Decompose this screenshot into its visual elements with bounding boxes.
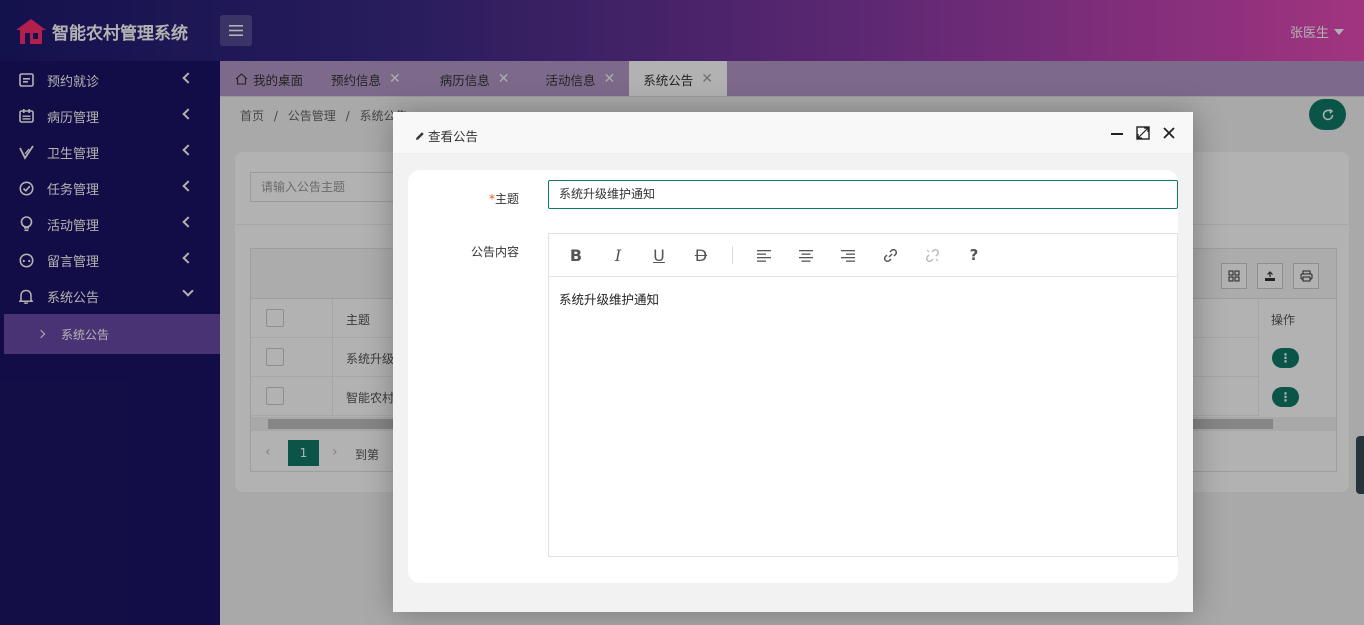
insert-link-button[interactable] xyxy=(879,244,901,266)
align-right-button[interactable] xyxy=(837,244,859,266)
close-icon xyxy=(1163,127,1175,139)
subject-input[interactable]: 系统升级维护通知 xyxy=(548,180,1178,209)
unlink-button[interactable] xyxy=(921,244,943,266)
rich-text-editor: B I U D ? 系统升级维护通知 xyxy=(548,233,1178,557)
align-center-button[interactable] xyxy=(795,244,817,266)
close-button[interactable] xyxy=(1161,125,1177,141)
editor-toolbar: B I U D ? xyxy=(549,234,1177,277)
minimize-button[interactable] xyxy=(1109,125,1125,141)
underline-button[interactable]: U xyxy=(648,244,670,266)
pencil-icon xyxy=(416,131,424,140)
align-right-icon xyxy=(841,249,855,262)
dialog-header[interactable]: 查看公告 xyxy=(393,112,1193,154)
dialog-title-text: 查看公告 xyxy=(428,129,479,144)
toolbar-separator xyxy=(732,246,733,264)
maximize-icon xyxy=(1136,126,1150,140)
strikethrough-button[interactable]: D xyxy=(690,244,712,266)
bold-button[interactable]: B xyxy=(565,244,587,266)
minimize-icon xyxy=(1111,133,1123,135)
maximize-button[interactable] xyxy=(1135,125,1151,141)
align-left-button[interactable] xyxy=(753,244,775,266)
help-button[interactable]: ? xyxy=(963,244,985,266)
view-announcement-dialog: 查看公告 *主题 系统升级维护通知 公告内容 B I U D ? 系统升级维护通… xyxy=(393,112,1193,612)
align-left-icon xyxy=(757,249,771,262)
content-label: 公告内容 xyxy=(470,245,519,259)
subject-label-text: 主题 xyxy=(494,192,519,206)
dialog-title: 查看公告 xyxy=(415,126,478,145)
subject-label: *主题 xyxy=(468,190,519,207)
link-icon xyxy=(883,248,897,262)
italic-button[interactable]: I xyxy=(607,244,629,266)
editor-content[interactable]: 系统升级维护通知 xyxy=(559,289,659,308)
align-center-icon xyxy=(799,249,813,262)
dialog-form: *主题 系统升级维护通知 公告内容 B I U D ? 系统升级维护通知 xyxy=(408,170,1178,583)
unlink-icon xyxy=(925,248,939,262)
